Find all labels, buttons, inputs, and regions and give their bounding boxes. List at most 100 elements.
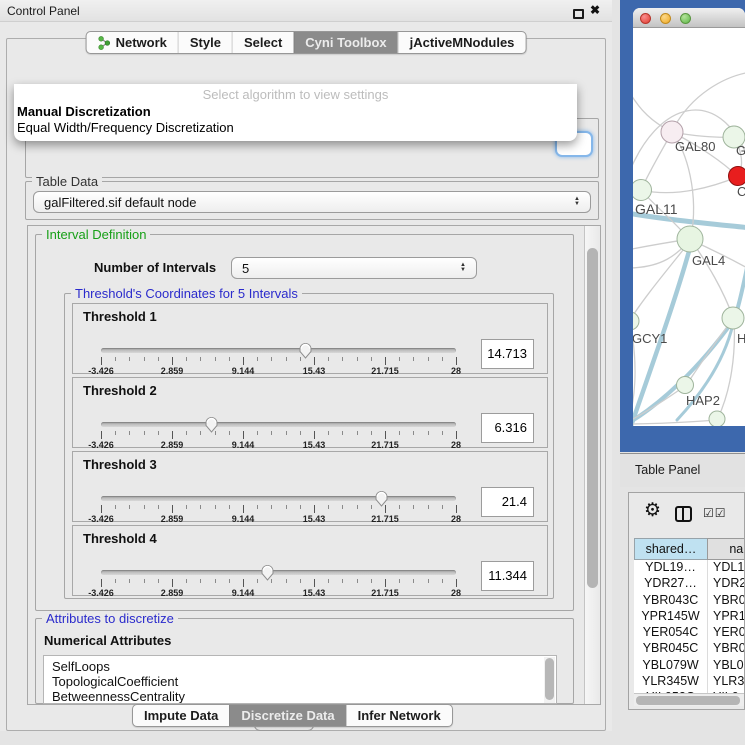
minimize-traffic-light-icon[interactable] <box>660 13 671 24</box>
table-row[interactable]: YER054CYER0 <box>634 625 745 642</box>
float-window-icon[interactable] <box>573 9 584 19</box>
tab-network-label: Network <box>116 32 167 53</box>
tab-select[interactable]: Select <box>232 32 293 53</box>
network-node-hap2[interactable] <box>677 377 694 394</box>
column-header-name[interactable]: name <box>707 538 745 560</box>
tab-style[interactable]: Style <box>178 32 232 53</box>
threshold-box: Threshold 4 11.344 -3.4262.8599.14415.43… <box>72 525 548 596</box>
table-row[interactable]: YBL079W YBL0 <box>634 658 745 675</box>
slider-tick <box>342 357 343 361</box>
control-panel-title: Control Panel <box>7 4 80 18</box>
network-window-frame: GAL80GACGAL11GAL4GCY1HHAP2 <box>620 0 745 452</box>
close-icon[interactable]: ✖ <box>590 3 600 17</box>
cell-shared-name: YBL079W <box>634 658 707 672</box>
slider-tick <box>115 357 116 361</box>
network-node-gal4[interactable] <box>677 226 703 252</box>
slider-tick-label: 28 <box>451 366 461 376</box>
column-divider <box>707 560 708 693</box>
tab-jactivemnodules[interactable]: jActiveMNodules <box>398 32 526 53</box>
threshold-value-field[interactable]: 14.713 <box>481 339 534 369</box>
slider-tick-label: 9.144 <box>232 366 255 376</box>
table-row[interactable]: YLR345WYLR3 <box>634 674 745 691</box>
close-traffic-light-icon[interactable] <box>640 13 651 24</box>
table-row[interactable]: YDL19…YDL1 <box>634 560 745 577</box>
slider-tick <box>158 505 159 509</box>
slider-track[interactable] <box>101 422 456 427</box>
slider-track[interactable] <box>101 496 456 501</box>
slider-tick <box>229 357 230 361</box>
number-of-intervals-combo[interactable]: 5 ▲▼ <box>231 257 477 279</box>
slider-tick <box>186 431 187 435</box>
network-icon <box>98 36 111 50</box>
settings-vertical-scrollbar[interactable] <box>584 226 600 704</box>
slider-thumb[interactable] <box>298 342 313 359</box>
slider-tick-label: 21.715 <box>371 588 399 598</box>
slider-track[interactable] <box>101 348 456 353</box>
network-node-h[interactable] <box>722 307 744 329</box>
slider-tick <box>314 357 315 365</box>
slider-tick <box>286 431 287 435</box>
threshold-label: Threshold 3 <box>83 457 157 472</box>
slider-tick <box>186 579 187 583</box>
table-row[interactable]: YDR27…YDR2 <box>634 576 745 593</box>
slider-tick <box>300 505 301 509</box>
column-header-shared-name[interactable]: shared… <box>634 538 708 560</box>
control-panel-tabs: Network StyleSelectCyni ToolboxjActiveMNo… <box>86 31 527 54</box>
network-node-gcy1[interactable] <box>633 312 639 330</box>
stepper-icon[interactable]: ▲▼ <box>574 197 580 207</box>
slider-tick <box>328 579 329 583</box>
gear-icon[interactable]: ⚙ <box>644 499 661 522</box>
checkbox-pair-icon[interactable]: ☑☑ <box>703 506 727 520</box>
threshold-value-field[interactable]: 21.4 <box>481 487 534 517</box>
slider-tick <box>342 431 343 435</box>
algorithm-option-equal-width[interactable]: Equal Width/Frequency Discretization <box>17 120 234 135</box>
table-horizontal-scrollbar[interactable] <box>634 693 745 706</box>
attribute-item-selfloops[interactable]: SelfLoops <box>44 656 556 674</box>
column-layout-icon[interactable] <box>675 506 692 522</box>
table-row[interactable]: YPR145WYPR1 <box>634 609 745 626</box>
mode-tab-discretize-data[interactable]: Discretize Data <box>229 705 345 726</box>
cell-shared-name: YBR043C <box>634 593 707 607</box>
network-node-gal11[interactable] <box>633 180 652 201</box>
slider-tick <box>456 431 457 439</box>
slider-tick-label: 9.144 <box>232 440 255 450</box>
network-node[interactable] <box>709 411 725 426</box>
mode-tab-infer-network[interactable]: Infer Network <box>346 705 452 726</box>
network-canvas[interactable]: GAL80GACGAL11GAL4GCY1HHAP2 <box>633 28 745 426</box>
cell-name: YBL0 <box>713 658 744 672</box>
network-node-c[interactable] <box>729 167 745 186</box>
slider-tick <box>300 431 301 435</box>
table-row[interactable]: YBR045CYBR0 <box>634 641 745 658</box>
zoom-traffic-light-icon[interactable] <box>680 13 691 24</box>
threshold-slider: Threshold 1 14.713 -3.4262.8599.14415.43… <box>73 304 549 375</box>
slider-tick <box>200 579 201 583</box>
slider-tick-label: 21.715 <box>371 366 399 376</box>
slider-thumb[interactable] <box>260 564 275 581</box>
threshold-value-field[interactable]: 11.344 <box>481 561 534 591</box>
tab-cyni-toolbox[interactable]: Cyni Toolbox <box>293 32 397 53</box>
cell-name: YDL1 <box>713 560 744 574</box>
mode-tab-impute-data[interactable]: Impute Data <box>133 705 229 726</box>
attribute-items: SelfLoopsTopologicalCoefficientBetweenne… <box>44 656 556 704</box>
attribute-item-topologicalcoefficient[interactable]: TopologicalCoefficient <box>44 674 556 689</box>
table-data-combo-value: galFiltered.sif default node <box>44 195 574 210</box>
node-label-c: C <box>737 184 745 199</box>
stepper-icon[interactable]: ▲▼ <box>460 263 466 273</box>
tab-network[interactable]: Network <box>87 32 178 53</box>
slider-track[interactable] <box>101 570 456 575</box>
slider-tick <box>357 357 358 361</box>
cyni-mode-tabs: Impute DataDiscretize DataInfer Network <box>132 704 453 727</box>
threshold-value-field[interactable]: 6.316 <box>481 413 534 443</box>
slider-thumb[interactable] <box>374 490 389 507</box>
settings-scrollpane: Interval Definition Number of Intervals … <box>27 225 601 705</box>
attribute-item-betweennesscentrality[interactable]: BetweennessCentrality <box>44 689 556 704</box>
table-data-combo[interactable]: galFiltered.sif default node ▲▼ <box>33 191 591 213</box>
algorithm-option-manual[interactable]: Manual Discretization <box>17 104 151 119</box>
slider-tick <box>385 579 386 587</box>
attributes-list-scrollbar[interactable] <box>544 657 555 703</box>
slider-tick <box>129 579 130 583</box>
slider-tick <box>357 579 358 583</box>
slider-thumb[interactable] <box>204 416 219 433</box>
slider-tick <box>286 579 287 583</box>
table-row[interactable]: YBR043CYBR0 <box>634 593 745 610</box>
